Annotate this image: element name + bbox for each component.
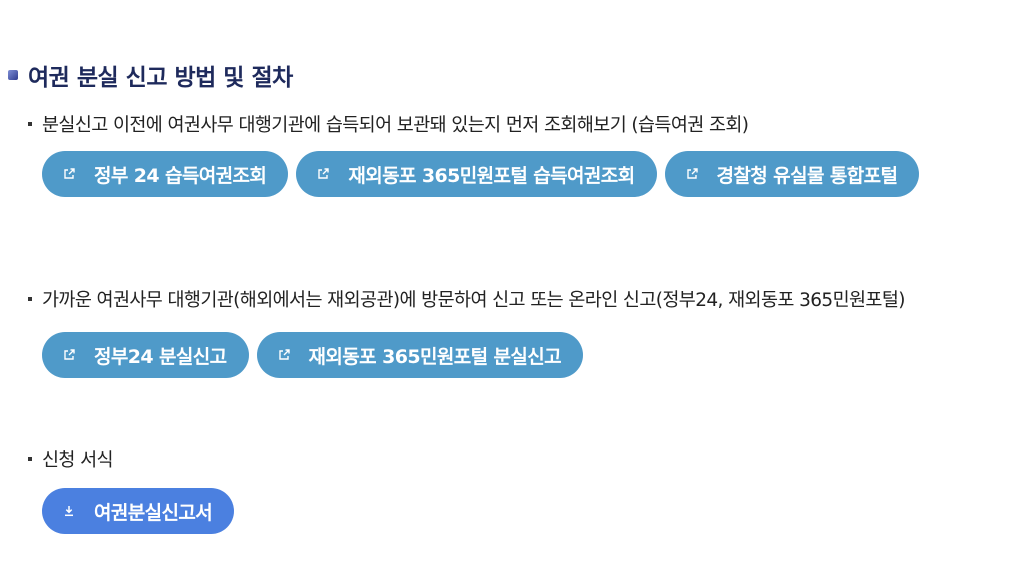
gov24-found-passport-lookup-button[interactable]: 정부 24 습득여권조회	[42, 151, 289, 197]
button-label: 여권분실신고서	[94, 501, 213, 524]
external-link-icon	[686, 168, 698, 179]
bullet-text: 분실신고 이전에 여권사무 대행기관에 습득되어 보관돼 있는지 먼저 조회해보…	[42, 115, 749, 136]
police-lost-property-portal-button[interactable]: 경찰청 유실물 통합포털	[664, 151, 920, 197]
page-title-row: 여권 분실 신고 방법 및 절차	[8, 58, 293, 92]
overseas-365-loss-report-button[interactable]: 재외동포 365민원포털 분실신고	[256, 332, 583, 378]
button-label: 재외동포 365민원포털 분실신고	[308, 345, 562, 368]
bullet-icon	[28, 457, 32, 461]
gov24-loss-report-button[interactable]: 정부24 분실신고	[42, 332, 249, 378]
external-link-icon	[64, 349, 75, 360]
bullet-icon	[28, 297, 32, 301]
section-lost-passport-lookup: 분실신고 이전에 여권사무 대행기관에 습득되어 보관돼 있는지 먼저 조회해보…	[28, 110, 1018, 206]
bullet-icon	[28, 122, 32, 126]
button-group: 정부24 분실신고 재외동포 365민원포털 분실신고	[42, 332, 1018, 387]
button-group: 여권분실신고서	[42, 488, 1018, 543]
bullet-item: 신청 서식	[28, 445, 1018, 477]
download-icon	[65, 506, 73, 517]
section-application-form: 신청 서식 여권분실신고서	[28, 445, 1018, 543]
external-link-icon	[318, 168, 330, 179]
button-label: 정부 24 습득여권조회	[94, 164, 267, 187]
button-label: 재외동포 365민원포털 습득여권조회	[348, 164, 635, 187]
bullet-item: 가까운 여권사무 대행기관(해외에서는 재외공관)에 방문하여 신고 또는 온라…	[28, 285, 1018, 317]
external-link-icon	[64, 168, 75, 179]
external-link-icon	[278, 349, 290, 360]
bullet-text: 신청 서식	[42, 450, 114, 471]
title-marker-icon	[8, 70, 18, 80]
button-label: 정부24 분실신고	[94, 345, 227, 368]
overseas-365-found-passport-lookup-button[interactable]: 재외동포 365민원포털 습득여권조회	[296, 151, 657, 197]
passport-loss-form-download-button[interactable]: 여권분실신고서	[42, 488, 235, 534]
bullet-text: 가까운 여권사무 대행기관(해외에서는 재외공관)에 방문하여 신고 또는 온라…	[42, 290, 906, 311]
section-report-method: 가까운 여권사무 대행기관(해외에서는 재외공관)에 방문하여 신고 또는 온라…	[28, 285, 1018, 387]
page-title: 여권 분실 신고 방법 및 절차	[28, 65, 293, 91]
bullet-item: 분실신고 이전에 여권사무 대행기관에 습득되어 보관돼 있는지 먼저 조회해보…	[28, 110, 1018, 142]
button-label: 경찰청 유실물 통합포털	[716, 164, 898, 187]
button-group: 정부 24 습득여권조회 재외동포 365민원포털 습득여권조회 경찰청 유실물…	[42, 151, 1018, 206]
